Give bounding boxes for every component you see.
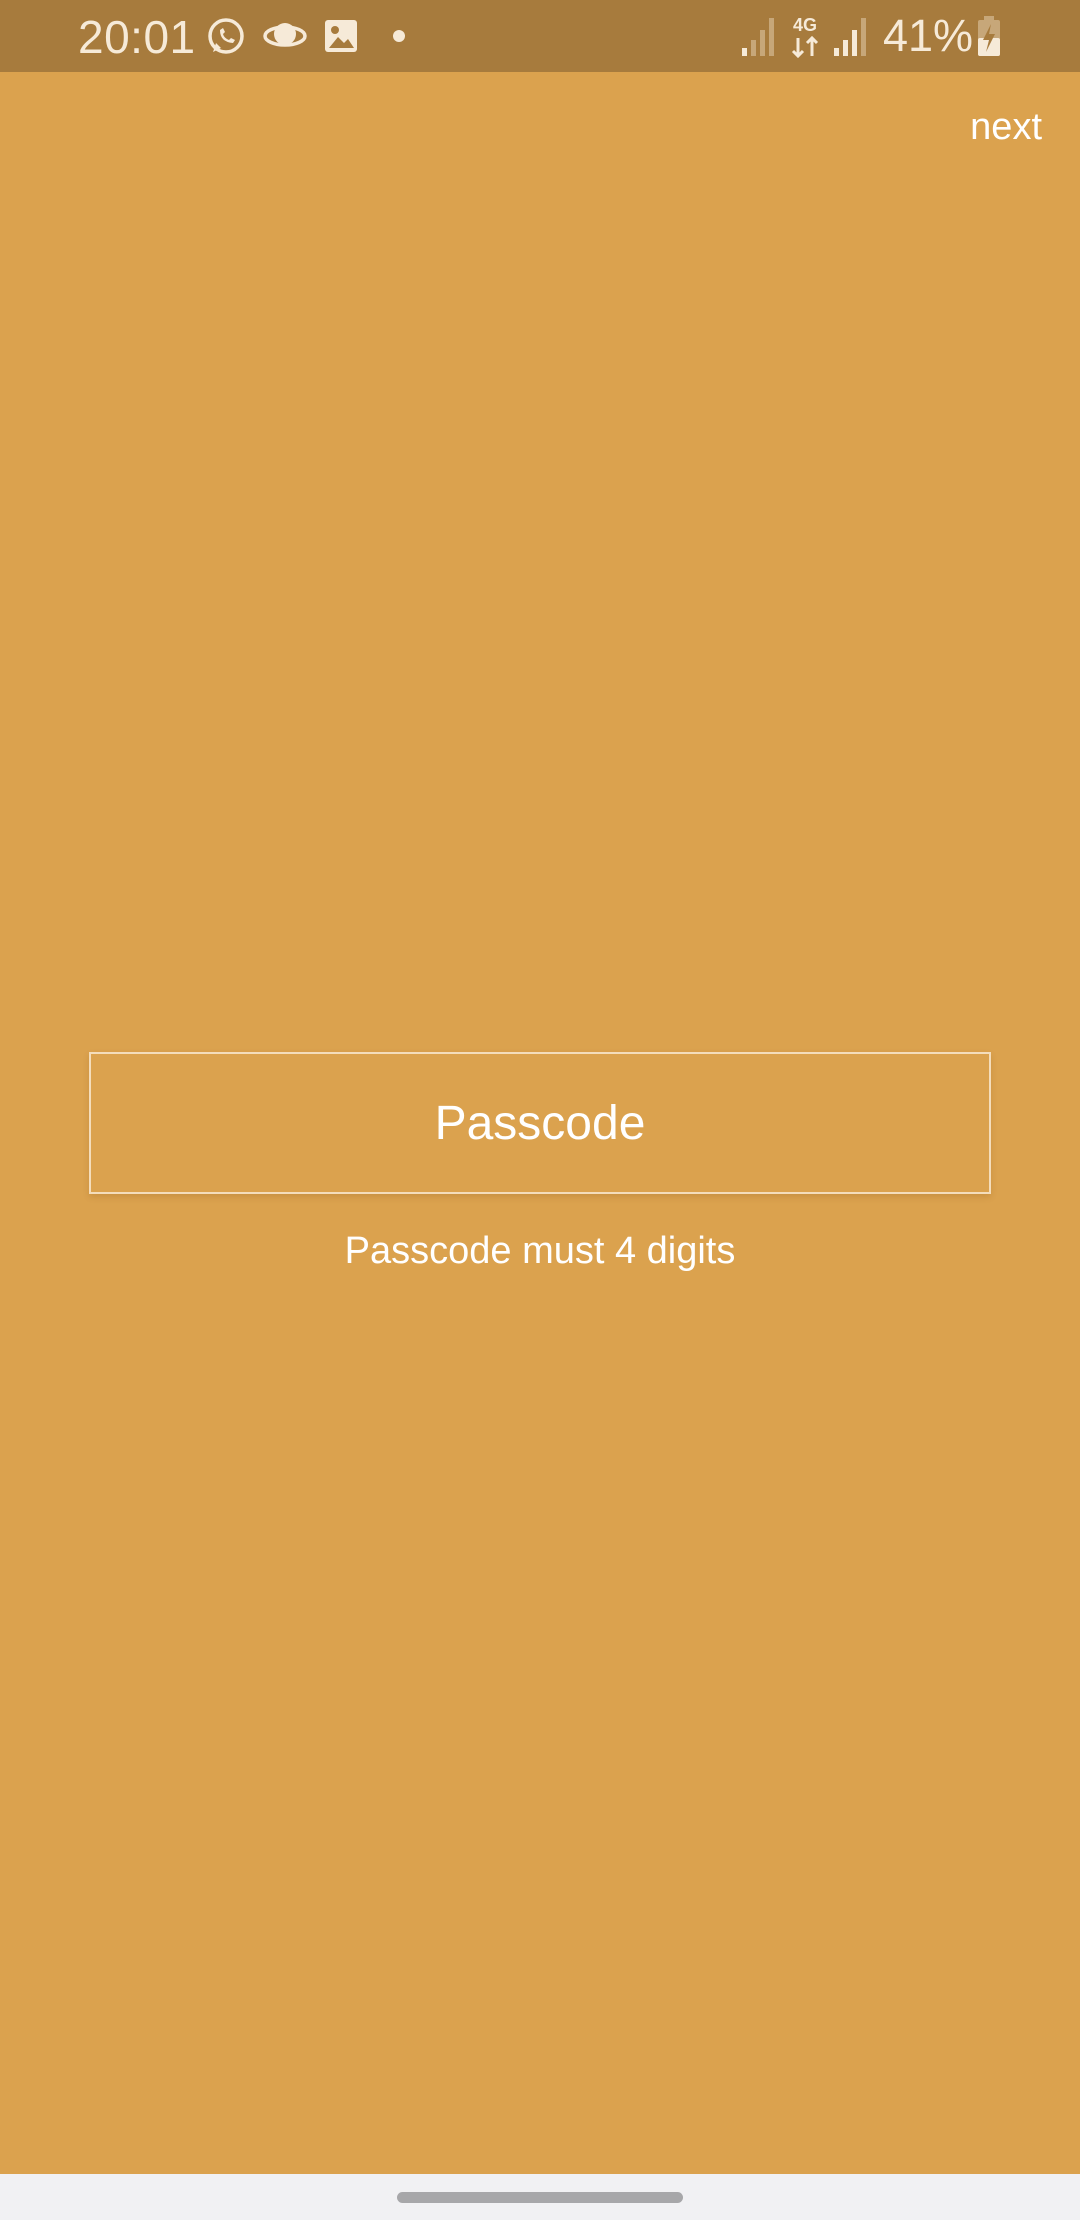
home-indicator[interactable] [397,2192,683,2203]
whatsapp-icon [205,16,247,58]
network-type-label: 4G [793,15,817,35]
saturn-icon [263,18,307,54]
signal-icon [833,16,867,56]
status-bar: 20:01 4G 41% [0,0,1080,72]
battery-percent: 41% [883,10,974,61]
network-4g-icon: 4G [788,14,822,60]
status-time: 20:01 [78,11,196,63]
passcode-hint: Passcode must 4 digits [344,1230,736,1272]
dot-icon [392,29,406,43]
signal-weak-icon [741,16,775,56]
navigation-bar [0,2174,1080,2220]
battery-charging-icon [977,16,1001,56]
passcode-field[interactable] [89,1052,991,1194]
gallery-icon [323,18,359,54]
passcode-input[interactable] [91,1054,989,1192]
next-button[interactable]: next [970,106,1042,149]
